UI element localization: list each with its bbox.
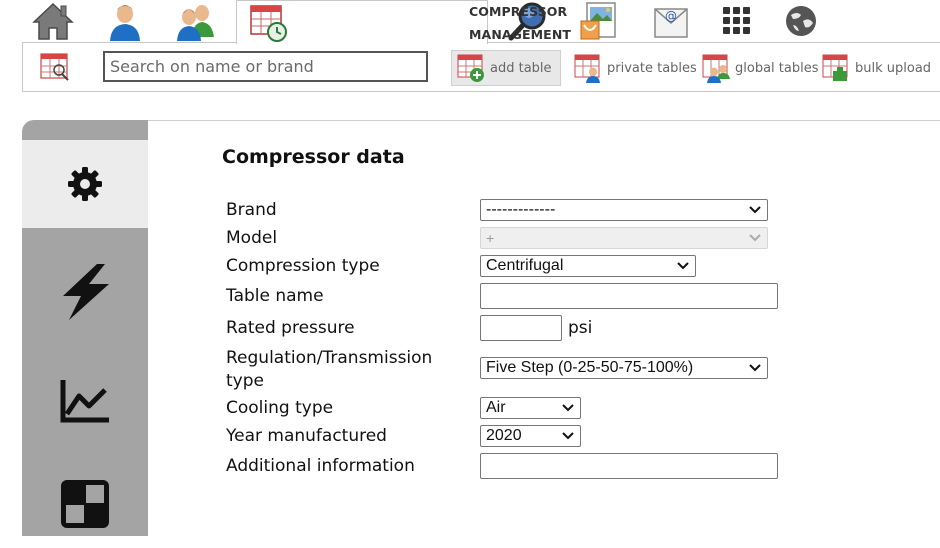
table-search-icon[interactable] (39, 52, 71, 82)
compression-type-select[interactable]: Centrifugal (480, 255, 696, 277)
private-tables-label: private tables (607, 60, 697, 76)
tab-compressor-management[interactable]: COMPRESSOR MANAGEMENT (236, 0, 571, 44)
rail-item-power[interactable] (22, 248, 148, 336)
model-select[interactable]: + (480, 227, 768, 249)
line-chart-icon (60, 380, 109, 423)
additional-information-input[interactable] (480, 453, 778, 479)
bulk-upload-label: bulk upload (855, 60, 932, 76)
chevron-down-icon (562, 432, 574, 440)
content-divider (148, 120, 940, 121)
model-label: Model (226, 228, 278, 248)
cooling-type-select[interactable]: Air (480, 397, 581, 419)
regulation-label-line2: type (226, 371, 264, 391)
compression-type-value: Centrifugal (486, 257, 564, 274)
apps-grid-icon (723, 7, 750, 34)
gear-icon (68, 167, 102, 201)
private-tables-button[interactable]: private tables (573, 50, 697, 86)
toolbar: add table private tables global tables (22, 42, 940, 92)
chevron-down-icon (677, 262, 689, 270)
global-tables-icon (702, 54, 730, 83)
mail-icon: @ (654, 8, 688, 38)
tab-user[interactable] (96, 0, 154, 42)
rated-pressure-unit: psi (568, 318, 593, 338)
brand-label: Brand (226, 200, 277, 220)
users-icon (177, 5, 214, 41)
private-tables-icon (574, 54, 600, 83)
global-tables-button[interactable]: global tables (701, 50, 818, 86)
add-table-icon (457, 54, 484, 82)
additional-information-label: Additional information (226, 456, 415, 476)
year-manufactured-value: 2020 (486, 427, 522, 444)
side-rail (22, 120, 148, 536)
tab-label: COMPRESSOR MANAGEMENT (469, 3, 572, 42)
tab-mail[interactable]: @ (642, 0, 700, 42)
model-value: + (486, 230, 495, 246)
compressor-table-icon (250, 4, 287, 42)
rated-pressure-input[interactable] (480, 315, 562, 341)
add-table-button[interactable]: add table (451, 50, 561, 86)
cooling-type-label: Cooling type (226, 398, 334, 418)
search-input[interactable] (103, 51, 428, 82)
chevron-down-icon (562, 404, 574, 412)
brand-select[interactable]: ------------- (480, 199, 768, 221)
bulk-upload-icon (822, 54, 848, 81)
global-tables-label: global tables (735, 60, 819, 76)
svg-text:@: @ (665, 9, 677, 23)
cooling-type-value: Air (486, 399, 506, 416)
tab-home[interactable] (24, 0, 82, 42)
tab-users[interactable] (166, 0, 224, 42)
bulk-upload-button[interactable]: bulk upload (821, 50, 931, 86)
compression-type-label: Compression type (226, 256, 380, 276)
top-tab-bar: COMPRESSOR MANAGEMENT @ (0, 0, 940, 44)
regulation-label-line1: Regulation/Transmission (226, 348, 433, 368)
regulation-value: Five Step (0-25-50-75-100%) (486, 359, 694, 376)
page-title: Compressor data (222, 146, 405, 168)
document-image-icon (580, 2, 616, 40)
chevron-down-icon (749, 234, 761, 242)
tab-apps[interactable] (708, 0, 766, 42)
lightning-icon (63, 264, 109, 320)
add-table-label: add table (490, 60, 552, 76)
table-name-label: Table name (226, 286, 324, 306)
home-icon (32, 2, 74, 40)
quadrant-icon (61, 480, 109, 528)
table-name-input[interactable] (480, 283, 778, 309)
chevron-down-icon (749, 206, 761, 214)
rail-item-settings[interactable] (22, 140, 148, 228)
rail-item-layout[interactable] (22, 460, 148, 548)
regulation-select[interactable]: Five Step (0-25-50-75-100%) (480, 357, 768, 379)
brand-value: ------------- (486, 201, 556, 218)
rail-item-chart[interactable] (22, 356, 148, 444)
tab-globe[interactable] (772, 0, 830, 42)
year-manufactured-select[interactable]: 2020 (480, 425, 581, 447)
rated-pressure-label: Rated pressure (226, 318, 355, 338)
user-icon (110, 5, 140, 41)
chevron-down-icon (749, 364, 761, 372)
year-manufactured-label: Year manufactured (226, 426, 387, 446)
globe-icon (786, 6, 816, 36)
tab-documents[interactable] (570, 0, 628, 42)
